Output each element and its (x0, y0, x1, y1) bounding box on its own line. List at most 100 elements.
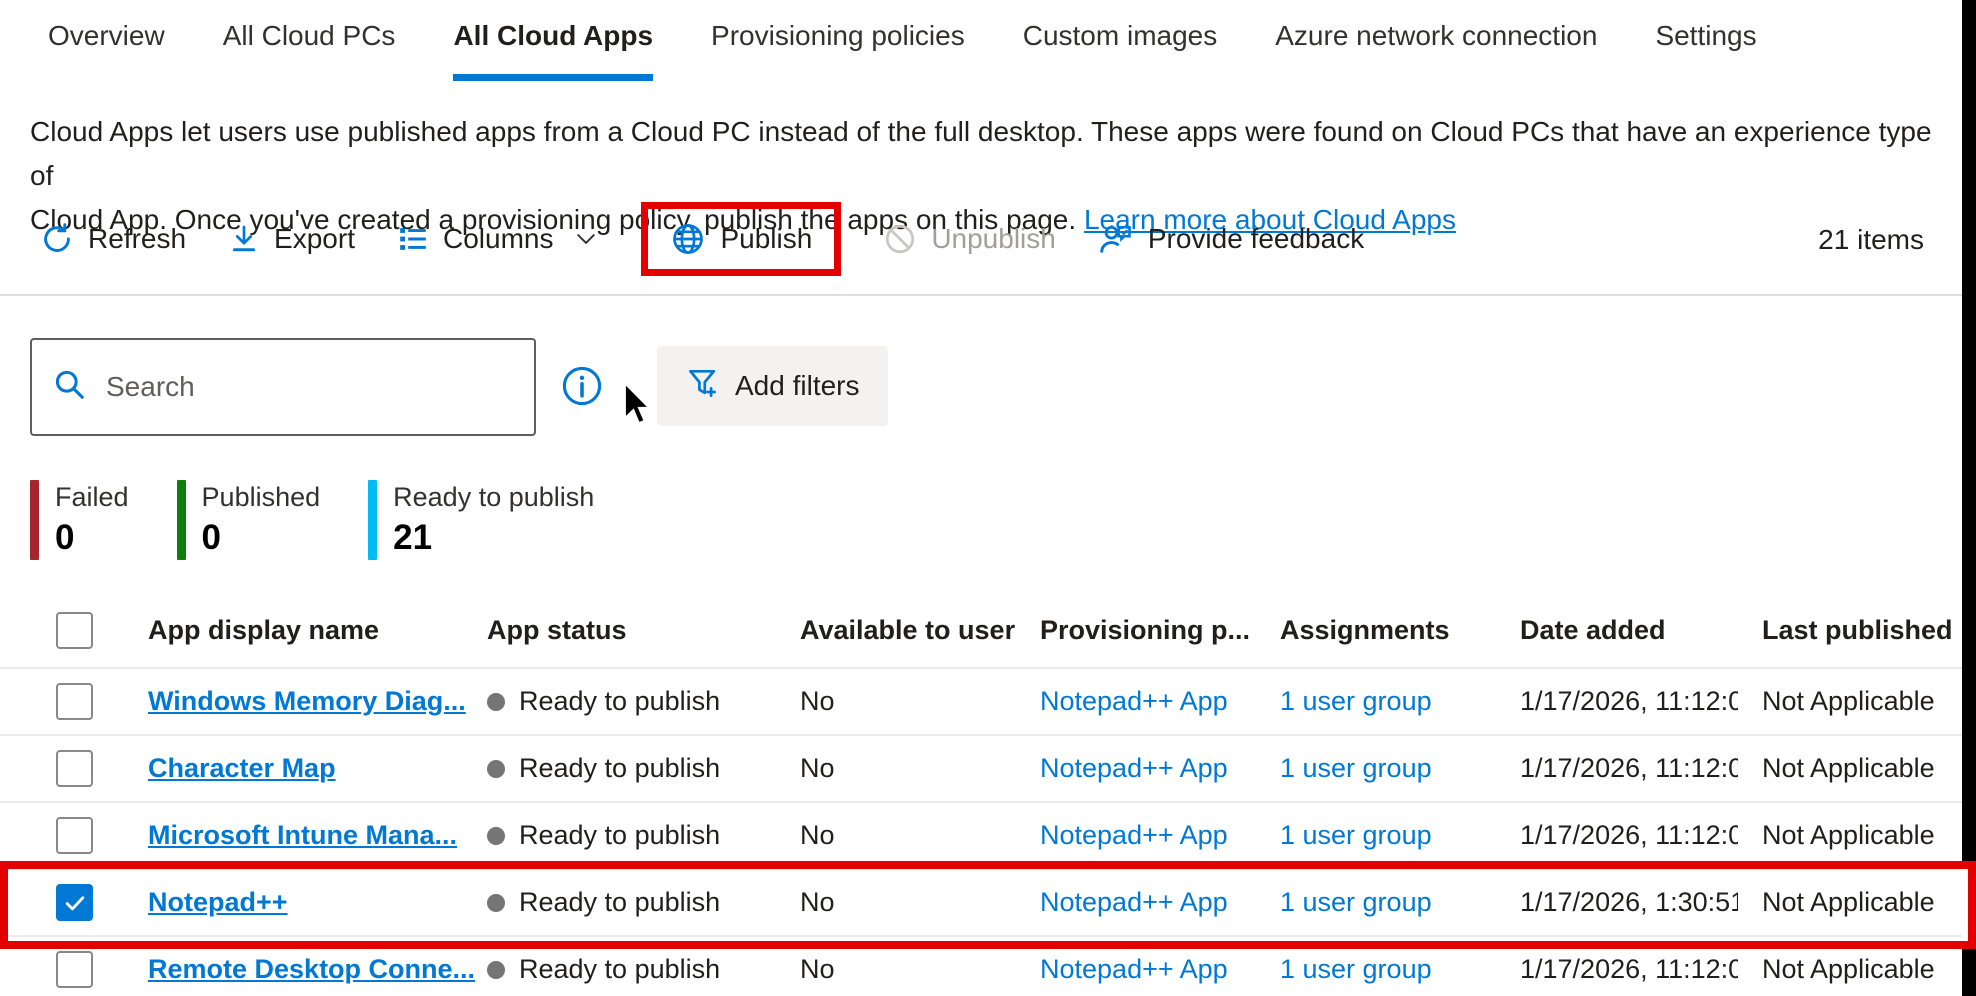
publish-annotation-box: Publish (641, 202, 841, 276)
command-bar: Refresh Export Columns Publish Unpublish… (40, 196, 1364, 282)
tab-custom-images[interactable]: Custom images (1023, 20, 1218, 81)
right-edge-strip-bottom (1962, 949, 1976, 996)
app-status-text: Ready to publish (519, 686, 720, 717)
refresh-label: Refresh (88, 223, 186, 255)
row-checkbox[interactable] (56, 884, 93, 921)
search-box (30, 338, 536, 436)
ready-value: 21 (393, 518, 594, 558)
tab-overview[interactable]: Overview (48, 20, 165, 81)
row-checkbox[interactable] (56, 951, 93, 988)
refresh-button[interactable]: Refresh (40, 222, 186, 256)
status-failed: Failed 0 (30, 480, 129, 560)
table-row: Windows Memory Diag... Ready to publish … (0, 667, 1962, 734)
columns-icon (397, 223, 429, 255)
table-row: Notepad++ Ready to publish No Notepad++ … (0, 868, 1962, 935)
toolbar-divider (0, 294, 1962, 296)
ready-color-bar (368, 480, 377, 560)
available-to-user-value: No (800, 686, 1040, 717)
assignments-link[interactable]: 1 user group (1280, 686, 1432, 716)
add-filters-label: Add filters (735, 370, 860, 402)
columns-button[interactable]: Columns (397, 223, 599, 255)
date-added-value: 1/17/2026, 1:30:51 (1520, 887, 1738, 918)
header-app-display-name[interactable]: App display name (148, 615, 487, 646)
failed-label: Failed (55, 482, 129, 513)
assignments-link[interactable]: 1 user group (1280, 753, 1432, 783)
unpublish-label: Unpublish (931, 223, 1056, 255)
last-published-value: Not Applicable (1762, 686, 1962, 717)
select-all-checkbox[interactable] (56, 612, 93, 649)
unpublish-button[interactable]: Unpublish (883, 222, 1056, 256)
provisioning-policy-link[interactable]: Notepad++ App (1040, 753, 1228, 783)
cursor-icon (622, 382, 652, 432)
status-published: Published 0 (177, 480, 321, 560)
tab-all-cloud-pcs[interactable]: All Cloud PCs (223, 20, 396, 81)
description-line-1: Cloud Apps let users use published apps … (30, 116, 1932, 191)
header-date-added[interactable]: Date added (1520, 615, 1762, 646)
search-icon (52, 367, 88, 408)
table-row: Remote Desktop Conne... Ready to publish… (0, 935, 1962, 996)
published-color-bar (177, 480, 186, 560)
assignments-link[interactable]: 1 user group (1280, 954, 1432, 984)
app-name-link[interactable]: Remote Desktop Conne... (148, 954, 475, 984)
header-available-to-user[interactable]: Available to user (800, 615, 1040, 646)
provide-feedback-label: Provide feedback (1148, 223, 1364, 255)
table-row: Microsoft Intune Mana... Ready to publis… (0, 801, 1962, 868)
feedback-icon (1098, 221, 1134, 257)
header-last-published[interactable]: Last published (1762, 615, 1962, 646)
status-dot-icon (487, 827, 505, 845)
header-app-status[interactable]: App status (487, 615, 800, 646)
export-button[interactable]: Export (228, 223, 355, 255)
available-to-user-value: No (800, 753, 1040, 784)
info-icon[interactable] (560, 364, 604, 413)
row-checkbox[interactable] (56, 817, 93, 854)
failed-value: 0 (55, 518, 129, 558)
last-published-value: Not Applicable (1762, 753, 1962, 784)
tab-provisioning-policies[interactable]: Provisioning policies (711, 20, 965, 81)
provisioning-policy-link[interactable]: Notepad++ App (1040, 954, 1228, 984)
provide-feedback-button[interactable]: Provide feedback (1098, 221, 1364, 257)
available-to-user-value: No (800, 954, 1040, 985)
app-name-link[interactable]: Notepad++ (148, 887, 288, 917)
assignments-link[interactable]: 1 user group (1280, 820, 1432, 850)
app-status-text: Ready to publish (519, 954, 720, 985)
row-checkbox[interactable] (56, 750, 93, 787)
refresh-icon (40, 222, 74, 256)
date-added-value: 1/17/2026, 11:12:0 (1520, 753, 1738, 784)
right-edge-strip-top (1962, 0, 1976, 861)
status-dot-icon (487, 760, 505, 778)
status-ready-to-publish: Ready to publish 21 (368, 480, 594, 560)
table-row: Character Map Ready to publish No Notepa… (0, 734, 1962, 801)
tab-settings[interactable]: Settings (1655, 20, 1756, 81)
last-published-value: Not Applicable (1762, 954, 1962, 985)
status-dot-icon (487, 961, 505, 979)
filter-icon (685, 365, 721, 408)
provisioning-policy-link[interactable]: Notepad++ App (1040, 686, 1228, 716)
search-input[interactable] (106, 371, 514, 403)
table-header-row: App display name App status Available to… (0, 593, 1962, 667)
tab-bar: Overview All Cloud PCs All Cloud Apps Pr… (48, 20, 1757, 81)
publish-button[interactable]: Publish (670, 221, 812, 257)
provisioning-policy-link[interactable]: Notepad++ App (1040, 887, 1228, 917)
assignments-link[interactable]: 1 user group (1280, 887, 1432, 917)
app-name-link[interactable]: Character Map (148, 753, 336, 783)
add-filters-button[interactable]: Add filters (657, 346, 888, 426)
app-name-link[interactable]: Windows Memory Diag... (148, 686, 466, 716)
failed-color-bar (30, 480, 39, 560)
header-provisioning-policy[interactable]: Provisioning p... (1040, 615, 1280, 646)
header-assignments[interactable]: Assignments (1280, 615, 1520, 646)
available-to-user-value: No (800, 887, 1040, 918)
status-dot-icon (487, 894, 505, 912)
app-name-link[interactable]: Microsoft Intune Mana... (148, 820, 457, 850)
app-status-text: Ready to publish (519, 753, 720, 784)
ready-label: Ready to publish (393, 482, 594, 513)
date-added-value: 1/17/2026, 11:12:0 (1520, 954, 1738, 985)
check-icon (62, 890, 88, 916)
publish-label: Publish (720, 223, 812, 255)
provisioning-policy-link[interactable]: Notepad++ App (1040, 820, 1228, 850)
apps-table: App display name App status Available to… (0, 593, 1962, 996)
published-value: 0 (202, 518, 321, 558)
tab-azure-network-connection[interactable]: Azure network connection (1275, 20, 1597, 81)
app-status-text: Ready to publish (519, 887, 720, 918)
row-checkbox[interactable] (56, 683, 93, 720)
tab-all-cloud-apps[interactable]: All Cloud Apps (453, 20, 653, 81)
